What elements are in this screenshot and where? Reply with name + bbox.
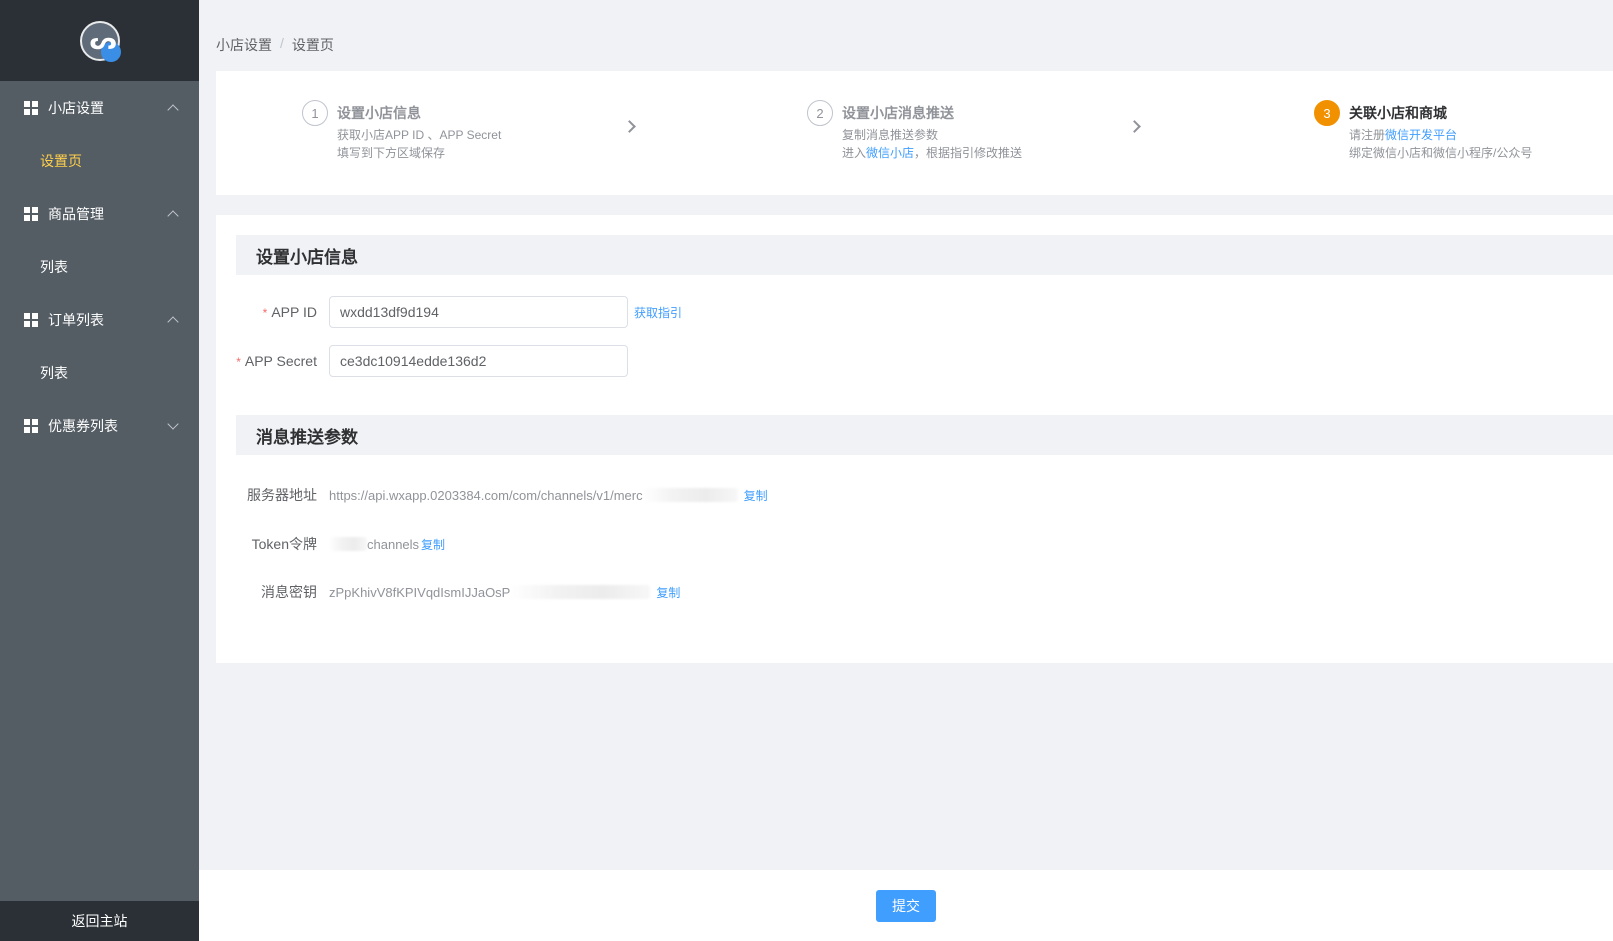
copy-message-key-button[interactable]: 复制 — [656, 584, 680, 601]
step-desc-line1: 获取小店APP ID 、APP Secret — [337, 128, 502, 142]
server-address-value: https://api.wxapp.0203384.com/com/channe… — [329, 487, 643, 503]
app-secret-label-text: APP Secret — [244, 353, 317, 369]
menu-title-label: 商品管理 — [48, 205, 104, 222]
settings-form-card: 设置小店信息 *APP ID 获取指引 *APP Secret 消息推送参数 服… — [216, 215, 1613, 663]
chevron-up-icon — [167, 315, 179, 328]
message-key-row: 消息密钥 zPpKhivV8fKPIVqdIsmIJJaOsP 复制 — [236, 582, 680, 602]
menu-title-label: 订单列表 — [48, 311, 104, 328]
menu-group-product-management: 商品管理 列表 — [0, 187, 199, 293]
step-number: 1 — [302, 100, 328, 126]
breadcrumb-parent[interactable]: 小店设置 — [216, 35, 272, 55]
grid-icon — [24, 206, 38, 221]
required-mark: * — [236, 355, 241, 369]
app-secret-row: * APP Secret — [236, 345, 628, 377]
steps-card: 1 设置小店信息 获取小店APP ID 、APP Secret 填写到下方区域保… — [216, 71, 1613, 195]
chevron-up-icon — [167, 209, 179, 222]
menu-item-product-list[interactable]: 列表 — [0, 240, 199, 293]
menu-item-order-list[interactable]: 列表 — [0, 346, 199, 399]
menu-item-settings-page[interactable]: 设置页 — [0, 134, 199, 187]
app-secret-label: * APP Secret — [236, 353, 329, 369]
get-guide-link[interactable]: 获取指引 — [634, 304, 682, 321]
app-id-label-text: APP ID — [271, 304, 317, 320]
breadcrumb: 小店设置 / 设置页 — [216, 35, 334, 55]
wechat-shop-link[interactable]: 微信小店 — [866, 146, 914, 160]
step-number: 2 — [807, 100, 833, 126]
step-desc-line2: 进入微信小店，根据指引修改推送 — [842, 144, 1022, 162]
server-address-row: 服务器地址 https://api.wxapp.0203384.com/com/… — [236, 485, 768, 505]
app-logo[interactable]: ᔕ — [79, 20, 121, 62]
chevron-right-icon — [1128, 120, 1141, 133]
step-2: 2 设置小店消息推送 复制消息推送参数 进入微信小店，根据指引修改推送 — [807, 100, 1022, 162]
step-title: 关联小店和商城 — [1349, 105, 1447, 121]
back-home-button[interactable]: 返回主站 — [0, 901, 199, 941]
step-title: 设置小店消息推送 — [842, 105, 954, 121]
redaction-blur — [642, 488, 738, 502]
message-key-label: 消息密钥 — [261, 584, 317, 600]
server-address-label: 服务器地址 — [247, 487, 317, 503]
chevron-up-icon — [167, 103, 179, 116]
menu-title-order-list[interactable]: 订单列表 — [0, 293, 199, 346]
app-id-row: *APP ID 获取指引 — [236, 296, 682, 328]
logo-area: ᔕ — [0, 0, 199, 81]
step-number: 3 — [1314, 100, 1340, 126]
step-title: 设置小店信息 — [337, 105, 421, 121]
menu-title-label: 优惠券列表 — [48, 417, 118, 434]
chevron-right-icon — [623, 120, 636, 133]
breadcrumb-separator: / — [280, 35, 284, 51]
main-content: 小店设置 / 设置页 1 设置小店信息 获取小店APP ID 、APP Secr… — [199, 0, 1613, 941]
redaction-blur — [329, 537, 367, 551]
chevron-down-icon — [167, 417, 179, 430]
message-key-value: zPpKhivV8fKPIVqdIsmIJJaOsP — [329, 584, 511, 600]
sidebar: ᔕ 小店设置 设置页 商品管理 列表 订单列表 列表 优惠券列表 返回主站 — [0, 0, 199, 941]
app-secret-input[interactable] — [329, 345, 628, 377]
step-1: 1 设置小店信息 获取小店APP ID 、APP Secret 填写到下方区域保… — [302, 100, 501, 162]
step-desc-line2: 填写到下方区域保存 — [337, 146, 446, 160]
grid-icon — [24, 312, 38, 327]
section-title-push-params: 消息推送参数 — [236, 415, 1613, 455]
step-3: 3 关联小店和商城 请注册微信开发平台 绑定微信小店和微信小程序/公众号 — [1314, 100, 1532, 162]
menu-group-order-list: 订单列表 列表 — [0, 293, 199, 399]
token-row: Token令牌 channels 复制 — [236, 534, 445, 554]
step-desc-line1: 复制消息推送参数 — [842, 128, 939, 142]
step-desc-prefix: 请注册 — [1349, 128, 1386, 142]
menu-title-shop-settings[interactable]: 小店设置 — [0, 81, 199, 134]
app-id-input[interactable] — [329, 296, 628, 328]
menu-group-shop-settings: 小店设置 设置页 — [0, 81, 199, 187]
breadcrumb-current: 设置页 — [291, 37, 334, 53]
menu-title-label: 小店设置 — [48, 99, 104, 116]
redaction-blur — [510, 585, 651, 599]
menu-title-product-management[interactable]: 商品管理 — [0, 187, 199, 240]
token-value: channels — [367, 536, 420, 552]
step-desc-prefix: 进入 — [842, 146, 867, 160]
copy-server-address-button[interactable]: 复制 — [744, 487, 768, 504]
menu-group-coupon-list: 优惠券列表 — [0, 399, 199, 452]
menu-title-coupon-list[interactable]: 优惠券列表 — [0, 399, 199, 452]
app-id-label: * APP ID — [236, 304, 329, 320]
token-label: Token令牌 — [251, 536, 317, 552]
grid-icon — [24, 418, 38, 433]
logo-glyph: ᔕ — [89, 26, 117, 55]
footer-bar: 提交 — [199, 870, 1613, 941]
submit-button[interactable]: 提交 — [876, 889, 936, 922]
required-mark: * — [262, 306, 268, 320]
section-title-shop-info: 设置小店信息 — [236, 235, 1613, 275]
step-desc-line1: 请注册微信开发平台 — [1349, 126, 1532, 144]
step-desc-suffix: ，根据指引修改推送 — [914, 146, 1023, 160]
step-desc-line2: 绑定微信小店和微信小程序/公众号 — [1349, 146, 1533, 160]
wechat-open-platform-link[interactable]: 微信开发平台 — [1385, 128, 1457, 142]
copy-token-button[interactable]: 复制 — [421, 536, 445, 553]
grid-icon — [24, 100, 38, 115]
